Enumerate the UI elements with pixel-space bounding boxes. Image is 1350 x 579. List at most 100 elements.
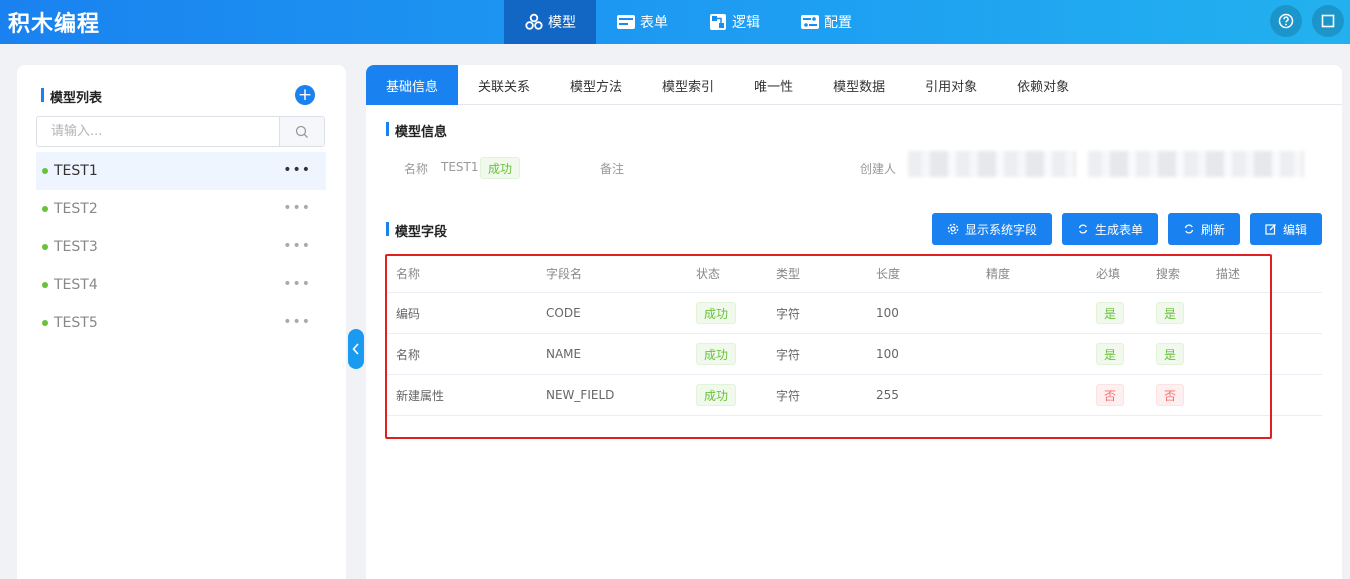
status-badge: 成功 [696,384,737,406]
cell-name: 新建属性 [396,388,445,403]
model-list-item[interactable]: TEST3 ••• [36,228,326,266]
nav-label: 配置 [824,15,852,31]
required-badge: 否 [1096,384,1125,406]
cell-field: CODE [546,306,581,320]
cell-search: 否 [1156,375,1185,415]
tab-indexes[interactable]: 模型索引 [642,65,734,105]
help-icon [1278,13,1294,29]
refresh-button[interactable]: 刷新 [1167,213,1240,245]
tab-model-data[interactable]: 模型数据 [813,65,905,105]
edit-button[interactable]: 编辑 [1249,213,1322,245]
tab-methods[interactable]: 模型方法 [550,65,642,105]
tab-dependencies[interactable]: 依赖对象 [997,65,1089,105]
creator-label: 创建人 [860,162,897,176]
model-name: TEST5 [54,315,98,331]
nav-item-logic[interactable]: 逻辑 [688,0,780,44]
more-icon[interactable]: ••• [283,200,311,216]
add-model-button[interactable]: + [295,85,315,105]
status-badge: 成功 [480,157,521,179]
table-row[interactable]: 名称 NAME 成功 字符 100 是 是 [386,334,1322,375]
column-header: 搜索 [1156,267,1181,281]
cell-search: 是 [1156,293,1185,333]
search-input[interactable] [37,117,279,146]
redacted-creator [908,151,1076,177]
model-list-panel: 模型列表 + TEST1 ••• TEST2 ••• TEST3 ••• TES… [17,65,346,579]
model-info-title: 模型信息 [386,121,447,140]
button-label: 显示系统字段 [964,222,1037,237]
column-header: 描述 [1216,267,1241,281]
cell-required: 否 [1096,375,1125,415]
nav-item-model[interactable]: 模型 [504,0,596,44]
show-system-fields-button[interactable]: 显示系统字段 [931,213,1052,245]
tab-basic-info[interactable]: 基础信息 [366,65,459,105]
status-badge: 成功 [696,343,737,365]
model-name: TEST3 [54,239,98,255]
cell-required: 是 [1096,293,1125,333]
config-icon [800,12,820,32]
redacted-info [1088,151,1304,177]
cell-status: 成功 [696,293,737,333]
column-header: 必填 [1096,267,1121,281]
model-name: TEST2 [54,201,98,217]
more-icon[interactable]: ••• [283,314,311,330]
status-dot [42,244,48,250]
cell-required: 是 [1096,334,1125,374]
cell-status: 成功 [696,334,737,374]
main-nav: 模型 表单 逻辑 配置 [504,0,872,44]
name-label: 名称 [404,162,429,176]
model-search [36,116,325,147]
cubes-icon [524,12,544,32]
plus-icon: + [297,84,313,105]
top-right-actions [1270,5,1344,37]
cell-name: 名称 [396,347,421,362]
refresh-icon [1078,224,1088,234]
more-icon[interactable]: ••• [283,276,311,292]
logic-icon [708,12,728,32]
status-dot [42,206,48,212]
nav-item-form[interactable]: 表单 [596,0,688,44]
status-dot [42,168,48,174]
square-icon [1321,14,1335,28]
generate-form-button[interactable]: 生成表单 [1061,213,1158,245]
status-badge: 成功 [696,302,737,324]
cell-type: 字符 [776,388,801,403]
tab-references[interactable]: 引用对象 [905,65,997,105]
more-icon[interactable]: ••• [283,238,311,254]
search-badge: 是 [1156,302,1185,324]
table-header: 名称 字段名 状态 类型 长度 精度 必填 搜索 描述 [386,255,1322,293]
model-list-item[interactable]: TEST5 ••• [36,304,326,342]
nav-label: 逻辑 [732,15,760,31]
model-list-item[interactable]: TEST2 ••• [36,190,326,228]
more-icon[interactable]: ••• [283,162,311,178]
model-fields-title: 模型字段 [386,221,447,240]
button-label: 编辑 [1282,222,1307,237]
nav-label: 模型 [548,15,576,31]
model-list-item[interactable]: TEST4 ••• [36,266,326,304]
fullscreen-button[interactable] [1312,5,1344,37]
collapse-sidebar-button[interactable] [348,329,364,369]
cell-length: 100 [876,347,899,361]
model-list-title: 模型列表 [41,87,102,106]
button-label: 生成表单 [1094,222,1143,237]
column-header: 精度 [986,267,1011,281]
search-button[interactable] [279,117,324,146]
table-row[interactable]: 新建属性 NEW_FIELD 成功 字符 255 否 否 [386,375,1322,416]
cell-length: 255 [876,388,899,402]
model-list-item[interactable]: TEST1 ••• [36,152,326,190]
model-name: TEST4 [54,277,98,293]
button-label: 刷新 [1200,222,1225,237]
nav-item-config[interactable]: 配置 [780,0,872,44]
tab-uniqueness[interactable]: 唯一性 [734,65,813,105]
model-detail-panel: 基础信息 关联关系 模型方法 模型索引 唯一性 模型数据 引用对象 依赖对象 模… [366,65,1342,579]
table-row[interactable]: 编码 CODE 成功 字符 100 是 是 [386,293,1322,334]
status-dot [42,282,48,288]
tab-relations[interactable]: 关联关系 [458,65,550,105]
cell-field: NEW_FIELD [546,388,615,402]
help-button[interactable] [1270,5,1302,37]
required-badge: 是 [1096,302,1125,324]
top-bar: 积木编程 模型 表单 逻辑 配置 [0,0,1350,44]
column-header: 名称 [396,267,421,281]
app-title: 积木编程 [8,12,101,37]
name-value: TEST1 [441,160,479,174]
nav-label: 表单 [640,15,668,31]
